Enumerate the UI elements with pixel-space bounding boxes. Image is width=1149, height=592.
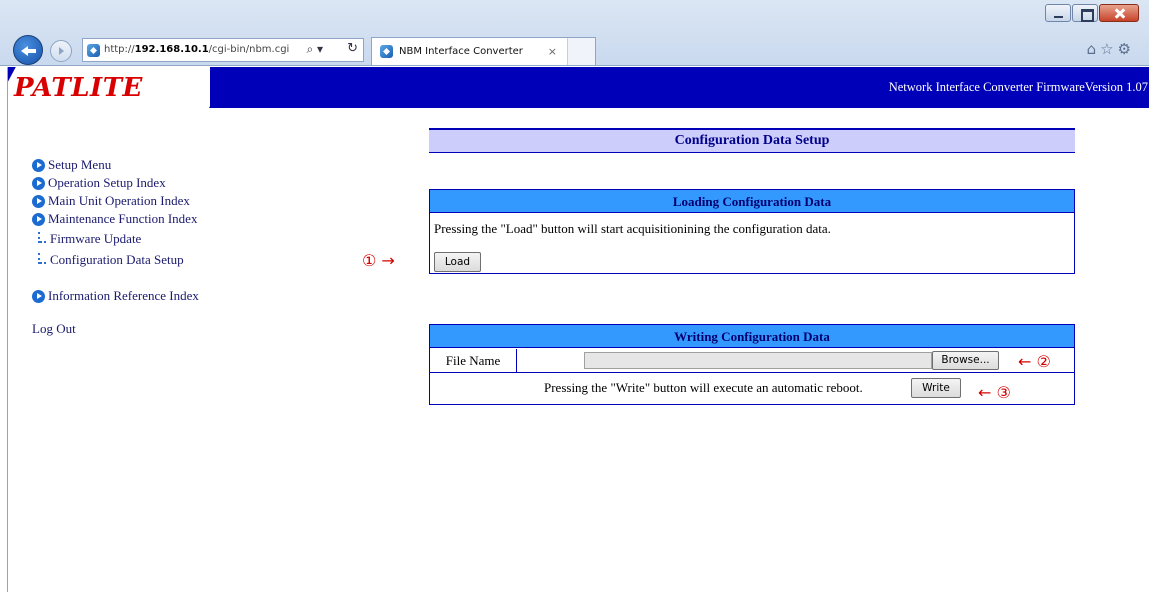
side-menu: Setup Menu Operation Setup Index Main Un… [32, 156, 199, 305]
writing-section-header: Writing Configuration Data [430, 325, 1074, 348]
annotation-1: ① → [362, 251, 395, 270]
menu-item-information-reference-index[interactable]: Information Reference Index [32, 287, 199, 305]
patlite-logo: PATLITE [8, 67, 210, 108]
refresh-icon[interactable]: ↻ [347, 41, 358, 56]
logo-text: PATLITE [14, 73, 143, 103]
tab-close-icon[interactable]: × [548, 45, 557, 58]
loading-section-header: Loading Configuration Data [430, 190, 1074, 213]
maximize-icon[interactable] [1072, 4, 1098, 22]
browse-button[interactable]: Browse... [932, 351, 999, 370]
menu-item-main-unit-operation-index[interactable]: Main Unit Operation Index [32, 192, 199, 210]
page-header: PATLITE Network Interface Converter Firm… [8, 67, 1149, 108]
browser-tab[interactable]: NBM Interface Converter × [371, 37, 596, 65]
menu-item-maintenance-function-index[interactable]: Maintenance Function Index [32, 210, 199, 228]
firmware-info: Network Interface Converter FirmwareVers… [888, 80, 1148, 94]
loading-description: Pressing the "Load" button will start ac… [434, 221, 831, 236]
file-name-label: File Name [430, 349, 517, 372]
tab-favicon-icon [380, 45, 393, 58]
tree-branch-icon [36, 252, 46, 267]
page-title: Configuration Data Setup [429, 128, 1075, 153]
write-button[interactable]: Write [911, 378, 961, 398]
forward-arrow-icon[interactable] [50, 40, 72, 62]
annotation-2: ← ② [1018, 352, 1051, 371]
search-icon[interactable]: ⌕ ▾ [306, 42, 323, 57]
web-page: PATLITE Network Interface Converter Firm… [7, 67, 1149, 592]
address-bar[interactable]: http://192.168.10.1/cgi-bin/nbm.cgi ⌕ ▾ … [82, 38, 364, 62]
file-path-field[interactable] [584, 352, 932, 369]
browser-chrome: http://192.168.10.1/cgi-bin/nbm.cgi ⌕ ▾ … [0, 0, 1149, 66]
tab-title: NBM Interface Converter [399, 46, 523, 57]
new-tab-button[interactable] [567, 38, 595, 65]
logout-link[interactable]: Log Out [32, 321, 76, 337]
loading-section: Loading Configuration Data Pressing the … [429, 189, 1075, 274]
write-description: Pressing the "Write" button will execute… [544, 380, 863, 395]
file-name-row: File Name Browse... [430, 349, 1074, 373]
arrow-bullet-icon [32, 289, 45, 303]
annotation-3: ← ③ [978, 383, 1011, 402]
menu-subitem-configuration-data-setup[interactable]: Configuration Data Setup [34, 249, 199, 270]
load-button[interactable]: Load [434, 252, 481, 272]
address-url: http://192.168.10.1/cgi-bin/nbm.cgi [104, 44, 290, 55]
close-window-icon[interactable] [1099, 4, 1139, 22]
menu-subitem-firmware-update[interactable]: Firmware Update [34, 228, 199, 249]
window-controls [1044, 4, 1139, 22]
minimize-icon[interactable] [1045, 4, 1071, 22]
back-arrow-icon[interactable] [13, 35, 43, 65]
site-favicon-icon [87, 44, 100, 57]
arrow-bullet-icon [32, 212, 45, 226]
browser-tools-icons[interactable]: ⌂☆⚙ [1087, 40, 1135, 58]
arrow-bullet-icon [32, 158, 45, 172]
arrow-bullet-icon [32, 176, 45, 190]
menu-item-setup-menu[interactable]: Setup Menu [32, 156, 199, 174]
arrow-bullet-icon [32, 194, 45, 208]
menu-item-operation-setup-index[interactable]: Operation Setup Index [32, 174, 199, 192]
tree-branch-icon [36, 231, 46, 246]
